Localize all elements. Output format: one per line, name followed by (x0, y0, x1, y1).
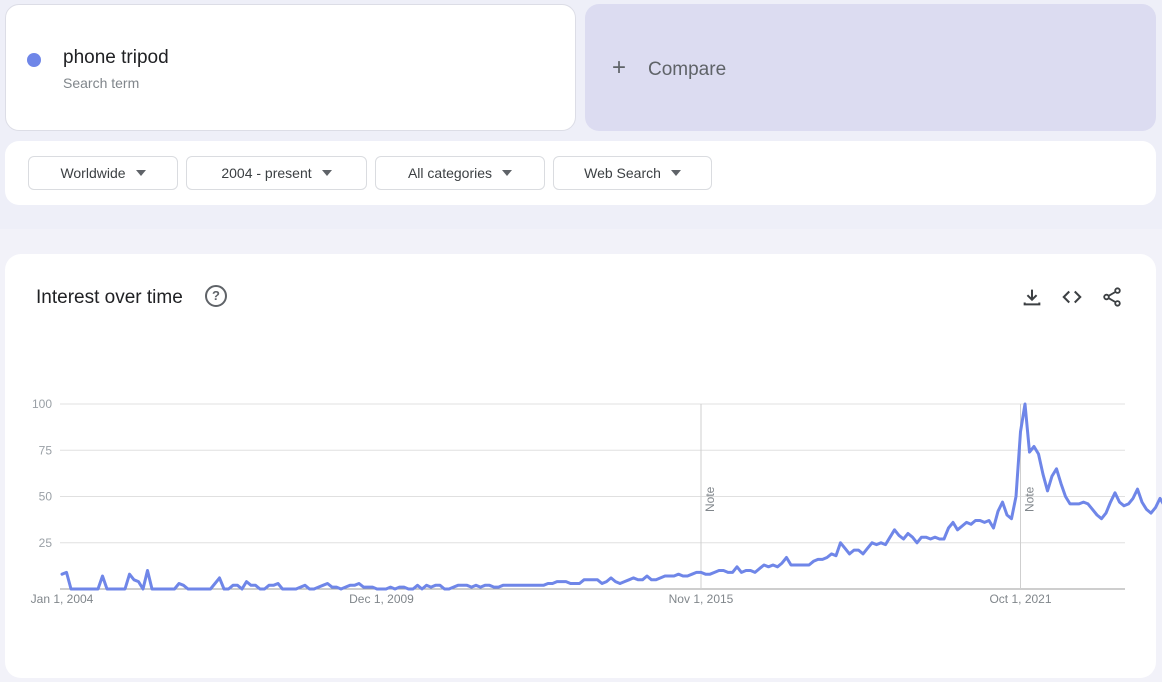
x-tick-label: Oct 1, 2021 (989, 592, 1051, 606)
y-tick-label: 25 (39, 536, 53, 550)
y-tick-label: 75 (39, 443, 53, 457)
x-tick-label: Nov 1, 2015 (669, 592, 734, 606)
x-tick-label: Jan 1, 2004 (31, 592, 94, 606)
y-tick-label: 50 (39, 490, 53, 504)
x-tick-label: Dec 1, 2009 (349, 592, 414, 606)
y-tick-label: 100 (32, 397, 52, 411)
line-chart: 25 50 75 100 Note Note Jan 1, 2004 Dec 1, 2009 N… (31, 397, 1162, 606)
note-label: Note (1023, 486, 1037, 512)
note-label: Note (703, 486, 717, 512)
